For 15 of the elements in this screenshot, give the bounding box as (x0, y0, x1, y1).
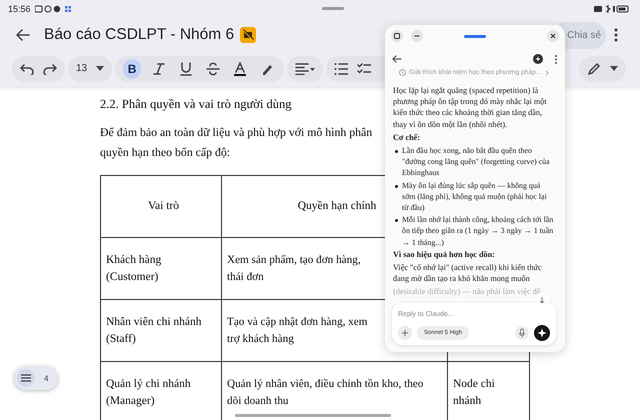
document-title: Báo cáo CSDLPT - Nhóm 6 (44, 26, 234, 44)
bold-button[interactable]: B (123, 58, 142, 78)
font-size-dropdown[interactable]: 13 (68, 56, 112, 82)
table-header: Vai trò (100, 176, 222, 238)
status-time: 15:56 (8, 4, 31, 14)
message-paragraph: Học lặp lại ngắt quãng (spaced repetition) là phương pháp ôn tập trong đó mày nhắc lại một kiến thức theo các khoảng thời gian tăng dần, thay vì ôn dồn một lần (nhồi nhét). (393, 85, 548, 130)
paragraph-line: Để đảm bảo an toàn dữ liệu và phù hợp với mô hình phân (100, 124, 372, 141)
table-cell: Nhân viên chi nhánh (Staff) (100, 300, 222, 362)
message-heading: Cơ chế: (393, 132, 422, 144)
share-button[interactable]: Chia sẻ (559, 22, 606, 48)
outline-button[interactable]: 4 (14, 366, 58, 390)
table-cell: Quản lý chi nhánh (Manager) (100, 362, 222, 420)
table-cell: Khách hàng (Customer) (100, 238, 222, 300)
paragraph-line: quyền hạn theo bốn cấp độ: (100, 144, 230, 161)
section-heading: 2.2. Phân quyền và vai trò người dùng (100, 97, 292, 112)
